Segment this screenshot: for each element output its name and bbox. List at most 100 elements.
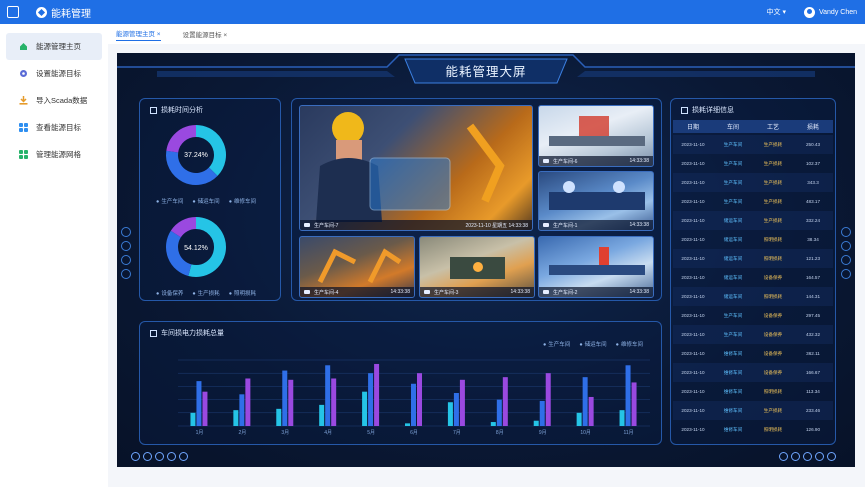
- deco-circle: [121, 227, 131, 237]
- panel-title-icon: [681, 106, 688, 114]
- table-cell: 2023-11-10: [681, 218, 705, 223]
- table-cell: 144.31: [805, 294, 821, 299]
- tabs-bar: 能源管理主页 × 设置能源目标 ×: [108, 24, 865, 44]
- camera-feed[interactable]: 生产车间-6 14:33:38: [538, 105, 654, 167]
- table-cell: 432.32: [805, 332, 821, 337]
- sidebar-item-home[interactable]: 能源管理主页: [6, 33, 102, 60]
- bar: [576, 412, 582, 426]
- camera-feed[interactable]: 生产车间-2 14:33:38: [538, 236, 654, 298]
- table-cell: 2023-11-10: [681, 199, 705, 204]
- time-analysis-panel: 损耗时间分析 37.24% 54.12% 生产车间 储运车间 维修车间 设备保养…: [139, 98, 281, 301]
- camera-feed[interactable]: 生产车间-4 14:33:38: [299, 236, 415, 298]
- camera-name: 生产车间-6: [553, 158, 578, 165]
- tab-set-targets[interactable]: 设置能源目标 ×: [183, 29, 228, 39]
- table-cell: 332.24: [805, 218, 821, 223]
- bar: [202, 391, 208, 426]
- camera-icon: [424, 290, 430, 294]
- factory-scene: [450, 257, 505, 279]
- sidebar: 能源管理主页 设置能源目标 导入Scada数据 查看能源目标 管理能源网格: [0, 24, 108, 487]
- table-cell: 生产损耗: [763, 198, 783, 204]
- table-cell: 126.90: [805, 427, 821, 432]
- bar: [631, 382, 637, 426]
- camera-feed[interactable]: 生产车间-3 14:33:38: [419, 236, 535, 298]
- deco-circle: [121, 269, 131, 279]
- bar: [319, 404, 325, 426]
- camera-time: 14:33:38: [510, 289, 530, 295]
- camera-name: 生产车间-1: [553, 222, 578, 229]
- deco-icon: [779, 452, 788, 461]
- camera-time: 14:33:38: [629, 289, 649, 295]
- bar: [459, 379, 465, 426]
- table-cell: 维修车间: [723, 369, 743, 375]
- table-row: 2023-11-10 储运车间 照明损耗 144.31: [673, 287, 833, 306]
- table-cell: 储运车间: [723, 293, 743, 299]
- table-cell: 生产损耗: [763, 179, 783, 185]
- sidebar-item-import-scada[interactable]: 导入Scada数据: [6, 87, 102, 114]
- x-tick-label: 8月: [496, 430, 504, 436]
- table-cell: 储运车间: [723, 236, 743, 242]
- bar: [545, 373, 551, 426]
- bar: [239, 394, 245, 426]
- table-cell: 生产损耗: [763, 407, 783, 413]
- table-cell: 2023-11-10: [681, 294, 705, 299]
- table-cell: 483.17: [805, 199, 821, 204]
- home-icon: [19, 42, 28, 51]
- table-cell: 121.23: [805, 256, 821, 261]
- table-row: 2023-11-10 储运车间 生产损耗 332.24: [673, 211, 833, 230]
- table-cell: 维修车间: [723, 388, 743, 394]
- legend-item: 生产车间: [156, 197, 183, 205]
- table-cell: 设备保养: [763, 274, 783, 280]
- deco-icon: [179, 452, 188, 461]
- table-row: 2023-11-10 生产车间 设备保养 297.45: [673, 306, 833, 325]
- bar: [588, 396, 594, 426]
- table-cell: 2023-11-10: [681, 370, 705, 375]
- gear-icon: [19, 69, 28, 78]
- table-cell: 113.34: [806, 389, 820, 394]
- sidebar-item-set-targets[interactable]: 设置能源目标: [6, 60, 102, 87]
- camera-feed[interactable]: 生产车间-1 14:33:38: [538, 171, 654, 231]
- bar: [282, 370, 288, 426]
- menu-toggle-icon[interactable]: [7, 6, 19, 18]
- language-selector[interactable]: 中文 ▾: [767, 7, 786, 17]
- table-row: 2023-11-10 储运车间 照明损耗 38.34: [673, 230, 833, 249]
- camera-icon: [543, 290, 549, 294]
- table-row: 2023-11-10 维修车间 照明损耗 126.90: [673, 420, 833, 439]
- table-cell: 照明损耗: [763, 293, 783, 299]
- deco-circle: [841, 255, 851, 265]
- donut1-legend: 生产车间 储运车间 维修车间: [156, 197, 256, 205]
- camera-feed-main[interactable]: 生产车间-7 2023-11-10 星期五 14:33:38: [299, 105, 533, 231]
- sidebar-item-manage-grid[interactable]: 管理能源网格: [6, 141, 102, 168]
- bar: [331, 378, 337, 426]
- user-name[interactable]: Vandy Chen: [819, 9, 857, 16]
- bar-chart-panel: 车间损电力损耗总量 生产车间 储运车间 维修车间 1月2月3月4月5月6月7月8…: [139, 321, 662, 445]
- sidebar-item-view-targets[interactable]: 查看能源目标: [6, 114, 102, 141]
- tab-home[interactable]: 能源管理主页 ×: [116, 28, 161, 41]
- camera-name: 生产车间-4: [314, 289, 339, 296]
- bar: [625, 365, 631, 426]
- table-cell: 2023-11-10: [681, 427, 705, 432]
- donut-slice: [166, 125, 197, 153]
- deco-icon: [167, 452, 176, 461]
- table-cell: 生产车间: [723, 179, 743, 185]
- x-tick-label: 3月: [281, 430, 289, 436]
- camera-name: 生产车间-7: [314, 222, 339, 229]
- table-cell: 2023-11-10: [681, 351, 705, 356]
- dashboard-screen: 能耗管理大屏 损耗时间分析 37.24% 54.12% 生产车间 储运车间 维修…: [117, 53, 855, 467]
- table-cell: 343.3: [807, 180, 819, 185]
- deco-circle: [121, 241, 131, 251]
- table-cell: 生产车间: [723, 312, 743, 318]
- bar: [233, 410, 239, 426]
- bar-chart: 1月 2月 3月 4月 5月 6月 7月 8月 9月 10月 11月: [178, 359, 650, 436]
- table-cell: 设备保养: [763, 331, 783, 337]
- table-cell: 维修车间: [723, 350, 743, 356]
- table-cell: 照明损耗: [763, 236, 783, 242]
- sidebar-item-label: 查看能源目标: [36, 123, 81, 132]
- column-header: 损耗: [806, 125, 819, 131]
- table-row: 2023-11-10 储运车间 照明损耗 121.23: [673, 249, 833, 268]
- avatar[interactable]: [803, 6, 815, 18]
- panel-title: 损耗详细信息: [692, 107, 734, 114]
- camera-icon: [304, 290, 310, 294]
- table-row: 2023-11-10 维修车间 生产损耗 233.46: [673, 401, 833, 420]
- bar: [496, 399, 502, 426]
- donut-slice: [166, 230, 192, 276]
